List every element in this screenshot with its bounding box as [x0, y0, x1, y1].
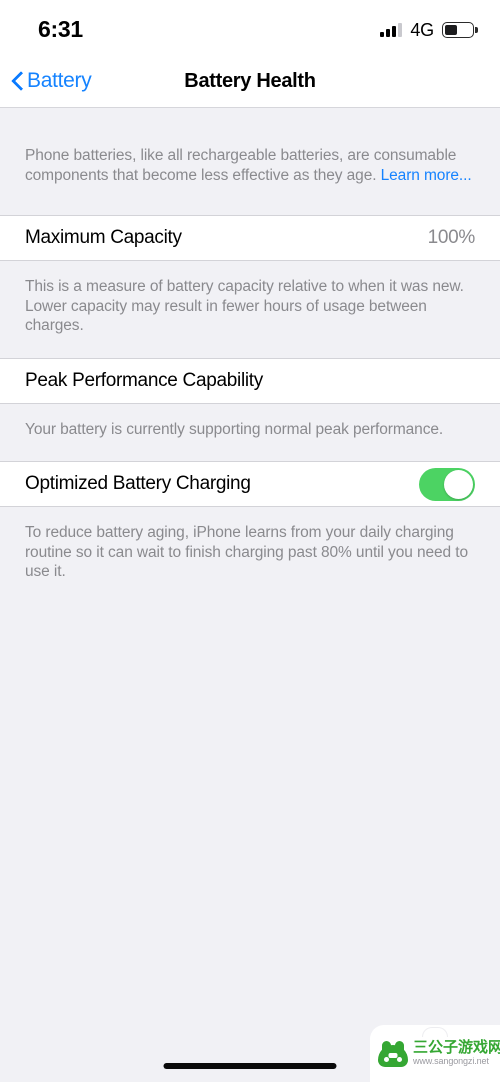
peak-performance-row[interactable]: Peak Performance Capability [0, 358, 500, 403]
maximum-capacity-value: 100% [427, 227, 476, 248]
peak-performance-group: Peak Performance Capability [0, 357, 500, 404]
optimized-charging-group: Optimized Battery Charging [0, 461, 500, 507]
maximum-capacity-footer: This is a measure of battery capacity re… [25, 278, 464, 334]
chevron-left-icon [12, 71, 24, 91]
watermark-url: www.sangongzi.net [413, 1056, 489, 1067]
cellular-signal-icon [380, 22, 403, 37]
navigation-bar: Battery Battery Health [0, 55, 500, 108]
maximum-capacity-label: Maximum Capacity [25, 227, 182, 248]
optimized-charging-toggle[interactable] [419, 467, 475, 501]
peak-performance-label: Peak Performance Capability [25, 369, 263, 391]
intro-description: Phone batteries, like all rechargeable b… [0, 108, 500, 215]
bottom-bar: 三公子游戏网 www.sangongzi.net [0, 1025, 500, 1082]
maximum-capacity-group: Maximum Capacity 100% [0, 215, 500, 261]
back-button[interactable]: Battery [0, 69, 92, 93]
mascot-logo-icon [378, 1040, 408, 1067]
optimized-charging-label: Optimized Battery Charging [25, 473, 251, 494]
home-indicator[interactable] [163, 1063, 337, 1069]
battery-icon [442, 21, 474, 38]
optimized-charging-row: Optimized Battery Charging [0, 462, 500, 506]
watermark-title: 三公子游戏网 [413, 1039, 500, 1057]
back-button-label: Battery [27, 69, 92, 92]
peak-performance-footer: Your battery is currently supporting nor… [25, 420, 444, 438]
maximum-capacity-row[interactable]: Maximum Capacity 100% [0, 216, 500, 260]
status-bar-indicators: 4G [380, 17, 474, 39]
toggle-knob [444, 469, 473, 499]
iphone-screen: 6:31 4G Battery Battery Health Phone bat… [0, 0, 500, 1082]
status-bar: 6:31 4G [0, 0, 500, 55]
learn-more-link[interactable]: Learn more... [381, 167, 472, 184]
network-type-label: 4G [410, 19, 434, 40]
watermark-text: 三公子游戏网 www.sangongzi.net [413, 1040, 500, 1066]
settings-content: Phone batteries, like all rechargeable b… [0, 108, 500, 1082]
status-bar-time: 6:31 [38, 16, 83, 42]
site-watermark: 三公子游戏网 www.sangongzi.net [370, 1025, 500, 1082]
watermark-notch-decoration [422, 1027, 448, 1037]
optimized-charging-footer: To reduce battery aging, iPhone learns f… [25, 524, 468, 580]
